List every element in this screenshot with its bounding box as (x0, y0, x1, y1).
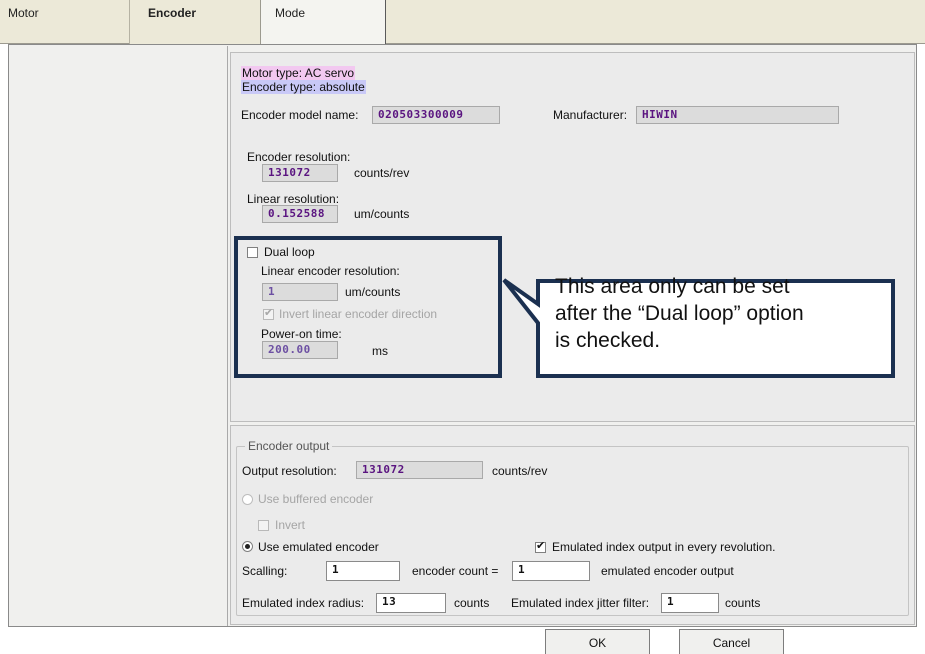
encoder-model-label: Encoder model name: (241, 108, 359, 122)
callout-line-1: This area only can be set (555, 275, 790, 298)
use-emulated-encoder-label: Use emulated encoder (258, 540, 379, 554)
use-emulated-encoder-radio[interactable] (242, 541, 253, 552)
left-pane (10, 46, 228, 626)
linear-resolution-field: 0.152588 (262, 205, 338, 223)
encoder-resolution-label: Encoder resolution: (247, 150, 351, 164)
linear-resolution-unit: um/counts (354, 207, 410, 221)
encoder-count-label: encoder count = (412, 564, 499, 578)
tab-encoder-label: Encoder (148, 6, 197, 20)
tab-bar: Motor Encoder Mode (0, 0, 925, 45)
scalling-label: Scalling: (242, 564, 288, 578)
output-resolution-label: Output resolution: (242, 464, 337, 478)
ok-button[interactable]: OK (545, 629, 650, 654)
callout-line-3: is checked. (555, 329, 661, 352)
tab-motor[interactable]: Motor (0, 0, 130, 44)
emulated-output-label: emulated encoder output (601, 564, 734, 578)
output-resolution-field: 131072 (356, 461, 483, 479)
encoder-resolution-unit: counts/rev (354, 166, 410, 180)
index-radius-unit: counts (454, 596, 490, 610)
motor-type-label: Motor type: AC servo (241, 66, 356, 80)
encoder-model-field: 020503300009 (372, 106, 500, 124)
manufacturer-label: Manufacturer: (553, 108, 628, 122)
ok-button-label: OK (588, 636, 607, 650)
tab-mode-label: Mode (275, 6, 306, 20)
emulated-index-label: Emulated index output in every revolutio… (552, 540, 776, 554)
cancel-button[interactable]: Cancel (679, 629, 784, 654)
cancel-button-label: Cancel (712, 636, 751, 650)
scalling-input[interactable]: 1 (326, 561, 400, 581)
tab-mode[interactable]: Mode (260, 0, 386, 45)
invert-label: Invert (275, 518, 306, 532)
index-radius-label: Emulated index radius: (242, 596, 365, 610)
tab-encoder[interactable]: Encoder (130, 0, 260, 44)
encoder-output-group (236, 446, 909, 616)
encoder-type-label: Encoder type: absolute (241, 80, 366, 94)
use-buffered-encoder-radio[interactable] (242, 494, 253, 505)
manufacturer-field: HIWIN (636, 106, 839, 124)
invert-checkbox[interactable] (258, 520, 269, 531)
checkmark-icon: ✔ (536, 540, 546, 552)
emulated-index-checkbox[interactable]: ✔ (535, 540, 546, 553)
jitter-filter-input[interactable]: 1 (661, 593, 719, 613)
callout-text: This area only can be set after the “Dua… (555, 273, 804, 354)
tab-motor-label: Motor (8, 6, 39, 20)
encoder-count-input[interactable]: 1 (512, 561, 590, 581)
encoder-output-title: Encoder output (245, 439, 333, 453)
jitter-filter-label: Emulated index jitter filter: (511, 596, 650, 610)
linear-resolution-label: Linear resolution: (247, 192, 340, 206)
jitter-filter-unit: counts (725, 596, 761, 610)
dual-loop-highlight-box (234, 236, 502, 378)
index-radius-input[interactable]: 13 (376, 593, 446, 613)
output-resolution-unit: counts/rev (492, 464, 548, 478)
encoder-resolution-field: 131072 (262, 164, 338, 182)
callout-line-2: after the “Dual loop” option (555, 302, 804, 325)
use-buffered-encoder-label: Use buffered encoder (258, 492, 374, 506)
radio-selected-dot (245, 544, 250, 549)
